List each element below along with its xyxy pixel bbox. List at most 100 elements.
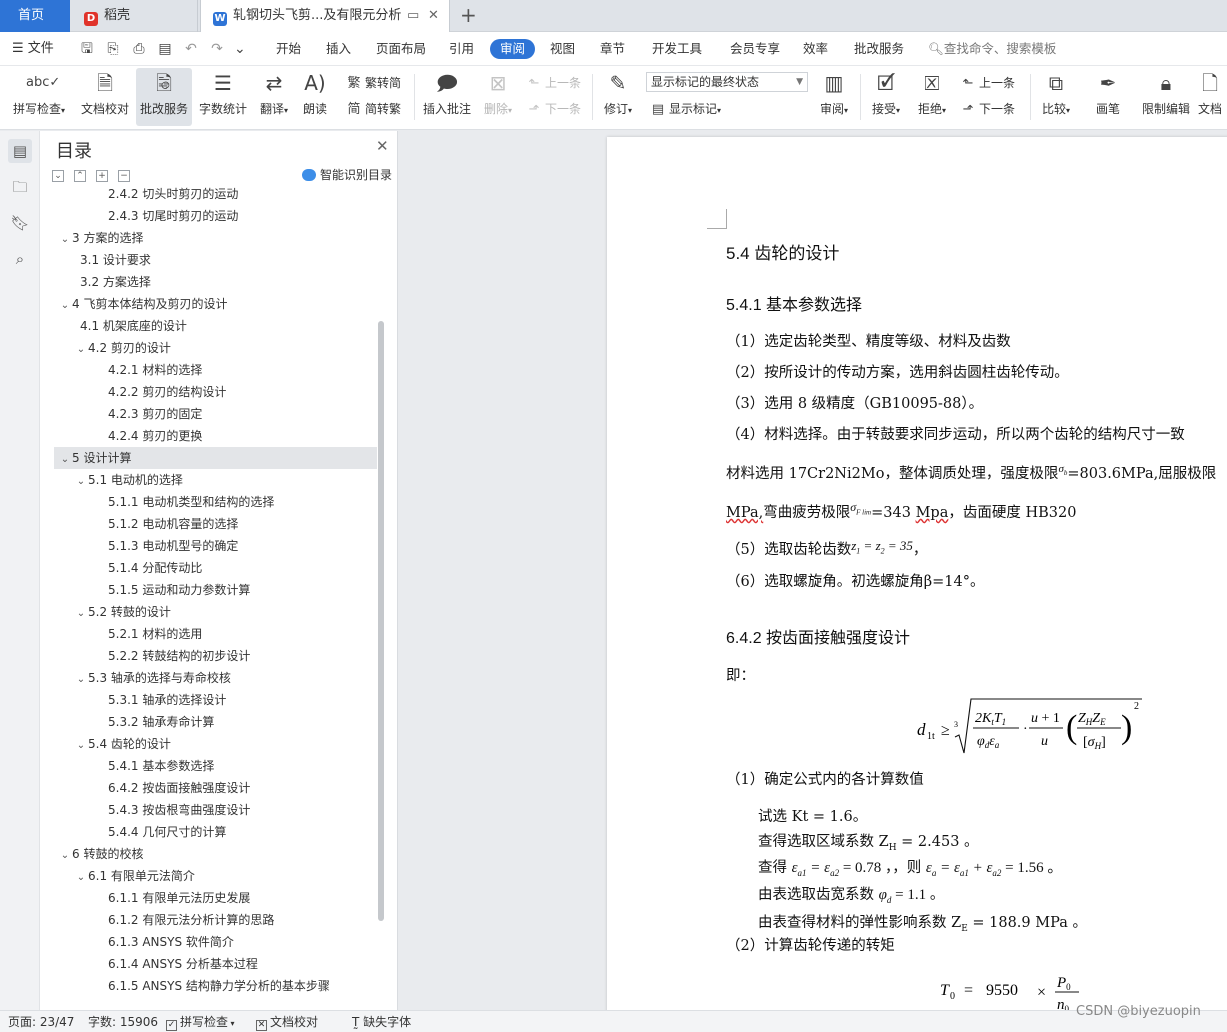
- toc-item[interactable]: 6.1.1 有限单元法历史发展: [40, 887, 378, 909]
- chevron-down-icon[interactable]: ⌄: [58, 295, 72, 317]
- tab-home[interactable]: 首页: [0, 0, 70, 32]
- toc-item[interactable]: ⌄ 6 转鼓的校核: [40, 843, 378, 865]
- toc-item[interactable]: 2.4.2 切头时剪刃的运动: [40, 187, 378, 205]
- show-markup-button[interactable]: ▤ 显示标记▾: [650, 99, 721, 119]
- toc-item[interactable]: ⌄ 4 飞剪本体结构及剪刃的设计: [40, 293, 378, 315]
- word-count-indicator[interactable]: 字数: 15906: [88, 1011, 158, 1032]
- menu-item-layout[interactable]: 页面布局: [376, 39, 426, 59]
- navigation-icon[interactable]: 🗀: [8, 175, 32, 199]
- toc-item[interactable]: ⌄ 5.1 电动机的选择: [40, 469, 378, 491]
- insert-comment-button[interactable]: 🗩 插入批注: [420, 68, 474, 126]
- menu-item-review[interactable]: 审阅: [490, 39, 536, 59]
- toc-item[interactable]: 6.1.3 ANSYS 软件简介: [40, 931, 378, 953]
- next-comment-button[interactable]: ⬏ 下一条: [526, 99, 581, 119]
- command-search[interactable]: 🔍︎查找命令、搜索模板: [928, 32, 1056, 66]
- chevron-down-icon[interactable]: ⌄: [74, 471, 88, 493]
- chevron-down-icon[interactable]: ⌄: [74, 735, 88, 757]
- redo-icon[interactable]: ↷: [208, 40, 226, 58]
- bookmark-icon[interactable]: 🔖︎: [8, 211, 32, 235]
- toc-scrollbar[interactable]: [378, 321, 384, 921]
- page-indicator[interactable]: 页面: 23/47: [8, 1011, 74, 1032]
- toc-item[interactable]: 5.4.3 按齿根弯曲强度设计: [40, 799, 378, 821]
- collapse-all-icon[interactable]: ⌄: [52, 170, 64, 182]
- menu-item-correction[interactable]: 批改服务: [854, 39, 904, 59]
- toc-item[interactable]: 6.1.4 ANSYS 分析基本过程: [40, 953, 378, 975]
- export-pdf-icon[interactable]: ⎘: [104, 40, 122, 58]
- toc-icon[interactable]: ▤: [8, 139, 32, 163]
- toc-item[interactable]: 5.4.1 基本参数选择: [40, 755, 378, 777]
- more-icon[interactable]: ⌄: [234, 40, 246, 58]
- print-icon[interactable]: ⎙: [130, 40, 148, 58]
- chevron-down-icon[interactable]: ⌄: [58, 845, 72, 867]
- review-service-button[interactable]: 🗟 批改服务: [136, 68, 192, 126]
- menu-item-view[interactable]: 视图: [550, 39, 575, 59]
- chevron-down-icon[interactable]: ⌄: [74, 669, 88, 691]
- toc-item[interactable]: 2.4.3 切尾时剪刃的运动: [40, 205, 378, 227]
- doc-permission-button[interactable]: 🗋 文档: [1198, 68, 1227, 126]
- toc-item[interactable]: 5.1.3 电动机型号的确定: [40, 535, 378, 557]
- toc-item[interactable]: 5.4.4 几何尺寸的计算: [40, 821, 378, 843]
- expand-all-icon[interactable]: ⌃: [74, 170, 86, 182]
- spell-check-status[interactable]: ✓ 拼写检查 ▾: [166, 1011, 235, 1032]
- tab-float-icon[interactable]: ▭: [407, 0, 419, 32]
- toc-item[interactable]: ⌄ 3 方案的选择: [40, 227, 378, 249]
- pen-button[interactable]: ✒ 画笔: [1088, 68, 1128, 126]
- track-changes-button[interactable]: ✎ 修订▾: [598, 68, 638, 126]
- restrict-edit-button[interactable]: 🔒︎ 限制编辑: [1138, 68, 1194, 126]
- markup-state-select[interactable]: 显示标记的最终状态 ▼: [646, 72, 808, 92]
- undo-icon[interactable]: ↶: [182, 40, 200, 58]
- toc-item[interactable]: 4.2.3 剪刃的固定: [40, 403, 378, 425]
- toc-item[interactable]: 5.1.2 电动机容量的选择: [40, 513, 378, 535]
- toc-item[interactable]: 3.1 设计要求: [40, 249, 378, 271]
- toc-item[interactable]: 5.1.5 运动和动力参数计算: [40, 579, 378, 601]
- add-icon[interactable]: +: [96, 170, 108, 182]
- review-pane-button[interactable]: ▥ 审阅▾: [814, 68, 854, 126]
- toc-item[interactable]: 5.2.2 转鼓结构的初步设计: [40, 645, 378, 667]
- accept-button[interactable]: 🗹 接受▾: [866, 68, 906, 126]
- smart-toc-button[interactable]: 智能识别目录: [302, 166, 392, 183]
- document-page[interactable]: 5.4 齿轮的设计 5.4.1 基本参数选择 （1）选定齿轮类型、精度等级、材料…: [607, 137, 1227, 1010]
- spell-check-button[interactable]: abc✓ 拼写检查▾: [8, 68, 70, 126]
- menu-item-member[interactable]: 会员专享: [730, 39, 780, 59]
- menu-item-reference[interactable]: 引用: [449, 39, 474, 59]
- toc-item[interactable]: ⌄ 4.2 剪刃的设计: [40, 337, 378, 359]
- toc-item[interactable]: ⌄ 6.1 有限单元法简介: [40, 865, 378, 887]
- menu-item-efficiency[interactable]: 效率: [803, 39, 828, 59]
- file-menu[interactable]: ☰ 文件: [12, 32, 54, 66]
- toc-item[interactable]: 4.2.1 材料的选择: [40, 359, 378, 381]
- new-tab-button[interactable]: +: [460, 0, 477, 32]
- toc-item[interactable]: 6.1.5 ANSYS 结构静力学分析的基本步骤: [40, 975, 378, 997]
- prev-comment-button[interactable]: ⬑ 上一条: [526, 73, 581, 93]
- to-simplified-button[interactable]: 繁繁转简: [346, 73, 401, 93]
- toc-item[interactable]: 3.2 方案选择: [40, 271, 378, 293]
- toc-item[interactable]: 4.2.4 剪刃的更换: [40, 425, 378, 447]
- word-count-button[interactable]: ☰ 字数统计: [196, 68, 250, 126]
- toc-item[interactable]: 5.2.1 材料的选用: [40, 623, 378, 645]
- toc-item[interactable]: 4.2.2 剪刃的结构设计: [40, 381, 378, 403]
- toc-item[interactable]: ⌄ 5 设计计算: [54, 447, 377, 469]
- search-icon[interactable]: ⌕: [8, 247, 32, 271]
- chevron-down-icon[interactable]: ⌄: [58, 229, 72, 251]
- toc-item[interactable]: 5.1.1 电动机类型和结构的选择: [40, 491, 378, 513]
- toc-item[interactable]: ⌄ 5.4 齿轮的设计: [40, 733, 378, 755]
- menu-item-start[interactable]: 开始: [276, 39, 301, 59]
- delete-comment-button[interactable]: ⊠ 删除▾: [478, 68, 518, 126]
- compare-button[interactable]: ⧉ 比较▾: [1036, 68, 1076, 126]
- menu-item-chapter[interactable]: 章节: [600, 39, 625, 59]
- toc-item[interactable]: ⌄ 5.3 轴承的选择与寿命校核: [40, 667, 378, 689]
- toc-item[interactable]: 5.1.4 分配传动比: [40, 557, 378, 579]
- chevron-down-icon[interactable]: ⌄: [58, 449, 72, 471]
- toc-item[interactable]: 5.3.1 轴承的选择设计: [40, 689, 378, 711]
- menu-item-insert[interactable]: 插入: [326, 39, 351, 59]
- toc-item[interactable]: ⌄ 5.2 转鼓的设计: [40, 601, 378, 623]
- toc-item[interactable]: 5.3.2 轴承寿命计算: [40, 711, 378, 733]
- reject-button[interactable]: 🗵 拒绝▾: [912, 68, 952, 126]
- toc-item[interactable]: 4.1 机架底座的设计: [40, 315, 378, 337]
- chevron-down-icon[interactable]: ⌄: [74, 867, 88, 889]
- save-icon[interactable]: 🖫: [78, 40, 96, 58]
- chevron-down-icon[interactable]: ⌄: [74, 339, 88, 361]
- tab-close-icon[interactable]: ✕: [428, 0, 439, 32]
- remove-icon[interactable]: −: [118, 170, 130, 182]
- doc-proof-status[interactable]: ✕ 文档校对: [256, 1011, 318, 1032]
- chevron-down-icon[interactable]: ⌄: [74, 603, 88, 625]
